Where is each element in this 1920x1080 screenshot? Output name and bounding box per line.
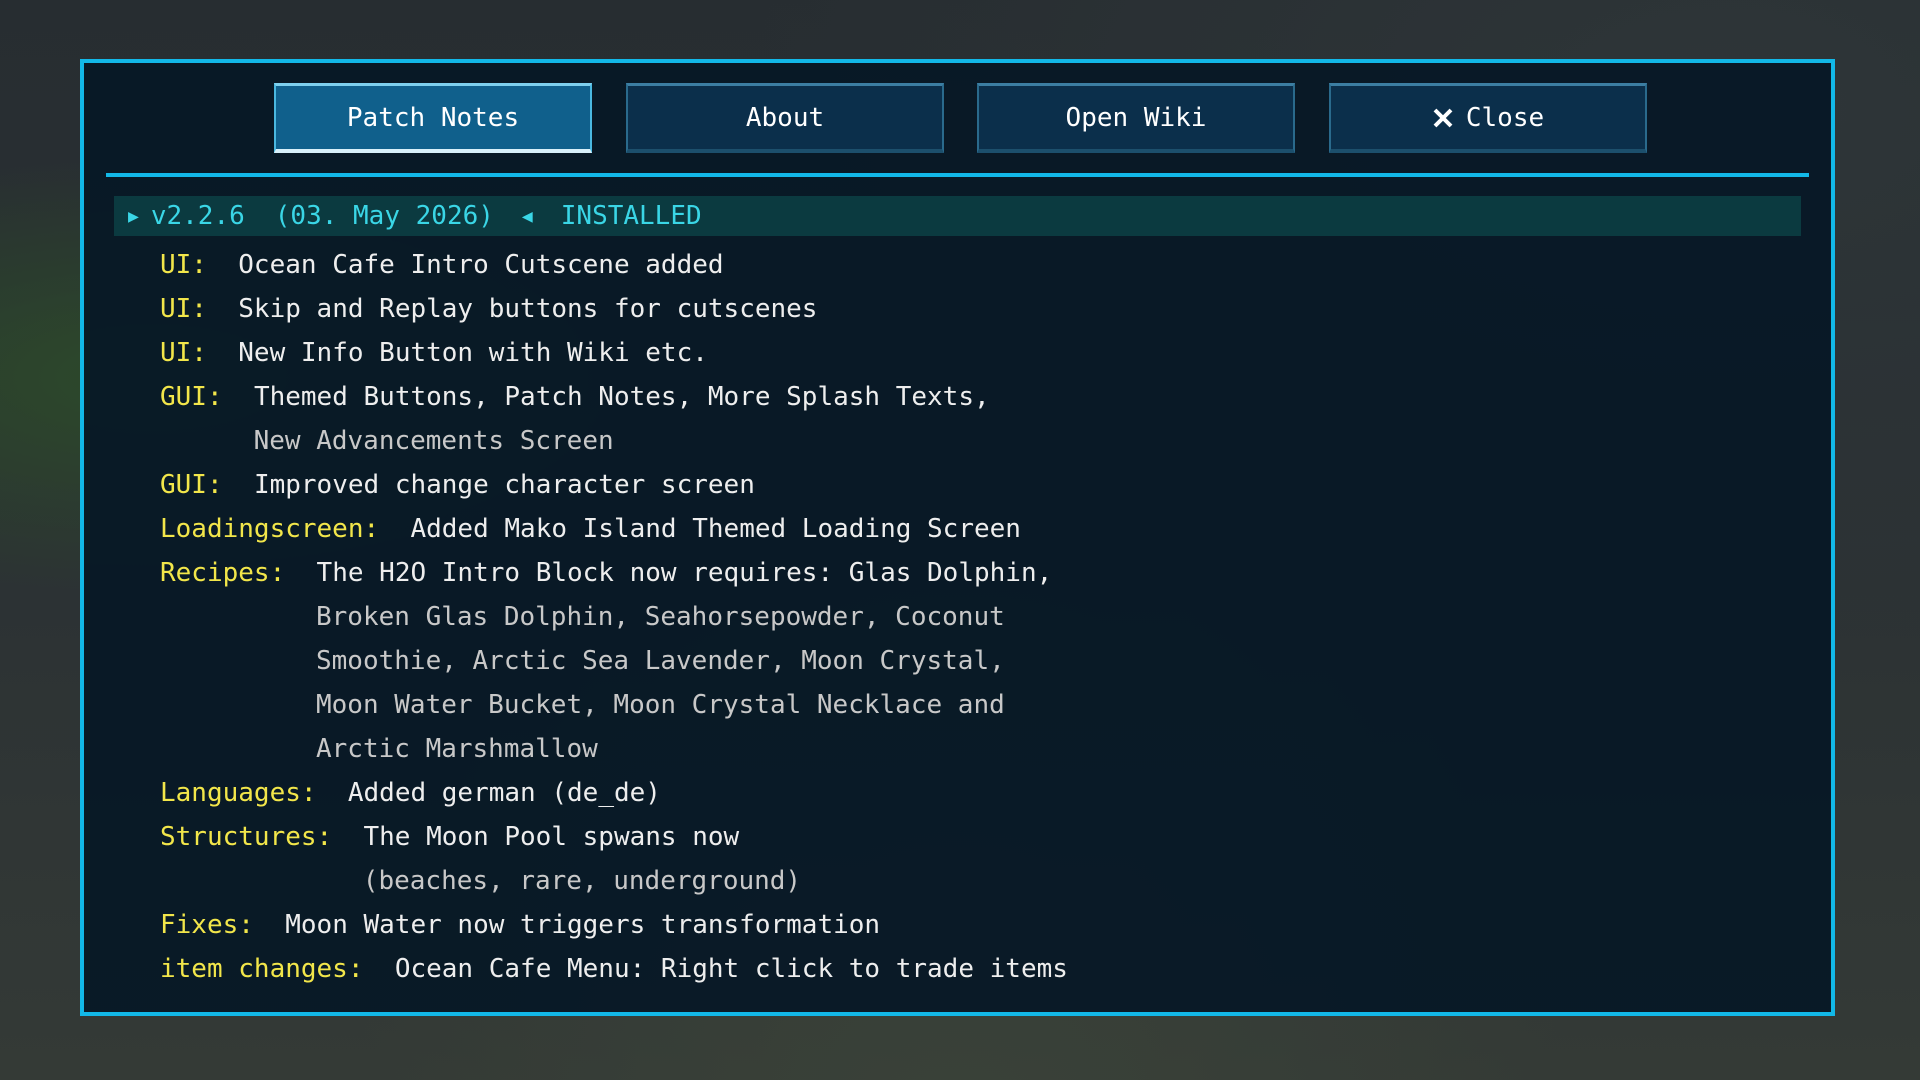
note-line: Fixes: Moon Water now triggers transform…: [160, 903, 1811, 947]
note-text: The Moon Pool spwans now: [363, 822, 740, 852]
note-line: GUI: Themed Buttons, Patch Notes, More S…: [160, 375, 1811, 419]
note-text: Skip and Replay buttons for cutscenes: [238, 294, 818, 324]
expand-arrow-icon: ▶: [128, 205, 139, 227]
open-wiki-button[interactable]: Open Wiki: [977, 83, 1295, 153]
note-text: New Info Button with Wiki etc.: [238, 338, 708, 368]
note-line: UI: Ocean Cafe Intro Cutscene added: [160, 243, 1811, 287]
note-line: Structures: The Moon Pool spwans now: [160, 815, 1811, 859]
note-category: Fixes:: [160, 910, 254, 940]
note-category: UI:: [160, 294, 207, 324]
note-category: Languages:: [160, 778, 317, 808]
note-text: Moon Water now triggers transformation: [285, 910, 881, 940]
patch-notes-tab-button[interactable]: Patch Notes: [274, 83, 592, 153]
patch-notes-tab-label: Patch Notes: [346, 102, 520, 133]
note-continuation: Broken Glas Dolphin, Seahorsepowder, Coc…: [316, 602, 1005, 632]
note-continuation: (beaches, rare, underground): [362, 866, 802, 896]
note-category: Recipes:: [160, 558, 286, 588]
note-line: Recipes: The H2O Intro Block now require…: [160, 551, 1811, 595]
close-icon: [1433, 108, 1453, 127]
note-line: Languages: Added german (de_de): [160, 771, 1811, 815]
note-category: UI:: [160, 250, 207, 280]
note-line: UI: New Info Button with Wiki etc.: [160, 331, 1811, 375]
note-text: Added Mako Island Themed Loading Screen: [410, 514, 1021, 544]
note-text: The H2O Intro Block now requires: Glas D…: [316, 558, 1053, 588]
patch-notes-panel: Patch Notes About Open Wiki Close ▶ v2.2…: [80, 59, 1835, 1016]
note-line: Loadingscreen: Added Mako Island Themed …: [160, 507, 1811, 551]
note-category: Structures:: [160, 822, 333, 852]
note-text: Themed Buttons, Patch Notes, More Splash…: [253, 382, 990, 412]
note-category: UI:: [160, 338, 207, 368]
version-number: v2.2.6: [150, 201, 245, 231]
note-text: Ocean Cafe Intro Cutscene added: [238, 250, 724, 280]
note-continuation: New Advancements Screen: [253, 426, 614, 456]
note-category: item changes:: [160, 954, 364, 984]
header-divider: [106, 173, 1809, 177]
install-status: INSTALLED: [560, 201, 702, 231]
about-tab-button[interactable]: About: [626, 83, 944, 153]
version-date: (03. May 2026): [274, 201, 494, 231]
note-continuation: Smoothie, Arctic Sea Lavender, Moon Crys…: [316, 646, 1005, 676]
note-line: item changes: Ocean Cafe Menu: Right cli…: [160, 947, 1811, 991]
open-wiki-label: Open Wiki: [1065, 102, 1207, 133]
note-text: Improved change character screen: [253, 470, 755, 500]
note-category: Loadingscreen:: [160, 514, 380, 544]
note-line: GUI: Improved change character screen: [160, 463, 1811, 507]
note-line: UI: Skip and Replay buttons for cutscene…: [160, 287, 1811, 331]
note-continuation: Arctic Marshmallow: [316, 734, 598, 764]
note-category: GUI:: [160, 382, 223, 412]
note-text: Added german (de_de): [347, 778, 661, 808]
tab-bar: Patch Notes About Open Wiki Close: [84, 83, 1831, 155]
note-text: Ocean Cafe Menu: Right click to trade it…: [394, 954, 1068, 984]
close-button[interactable]: Close: [1329, 83, 1647, 153]
note-category: GUI:: [160, 470, 223, 500]
note-continuation: Moon Water Bucket, Moon Crystal Necklace…: [316, 690, 1005, 720]
close-label: Close: [1465, 102, 1545, 133]
version-header[interactable]: ▶ v2.2.6 (03. May 2026) ◀ INSTALLED: [114, 196, 1801, 236]
patch-notes-list: UI: Ocean Cafe Intro Cutscene added UI: S…: [160, 243, 1811, 991]
about-tab-label: About: [745, 102, 825, 133]
installed-arrow-icon: ◀: [521, 205, 533, 227]
